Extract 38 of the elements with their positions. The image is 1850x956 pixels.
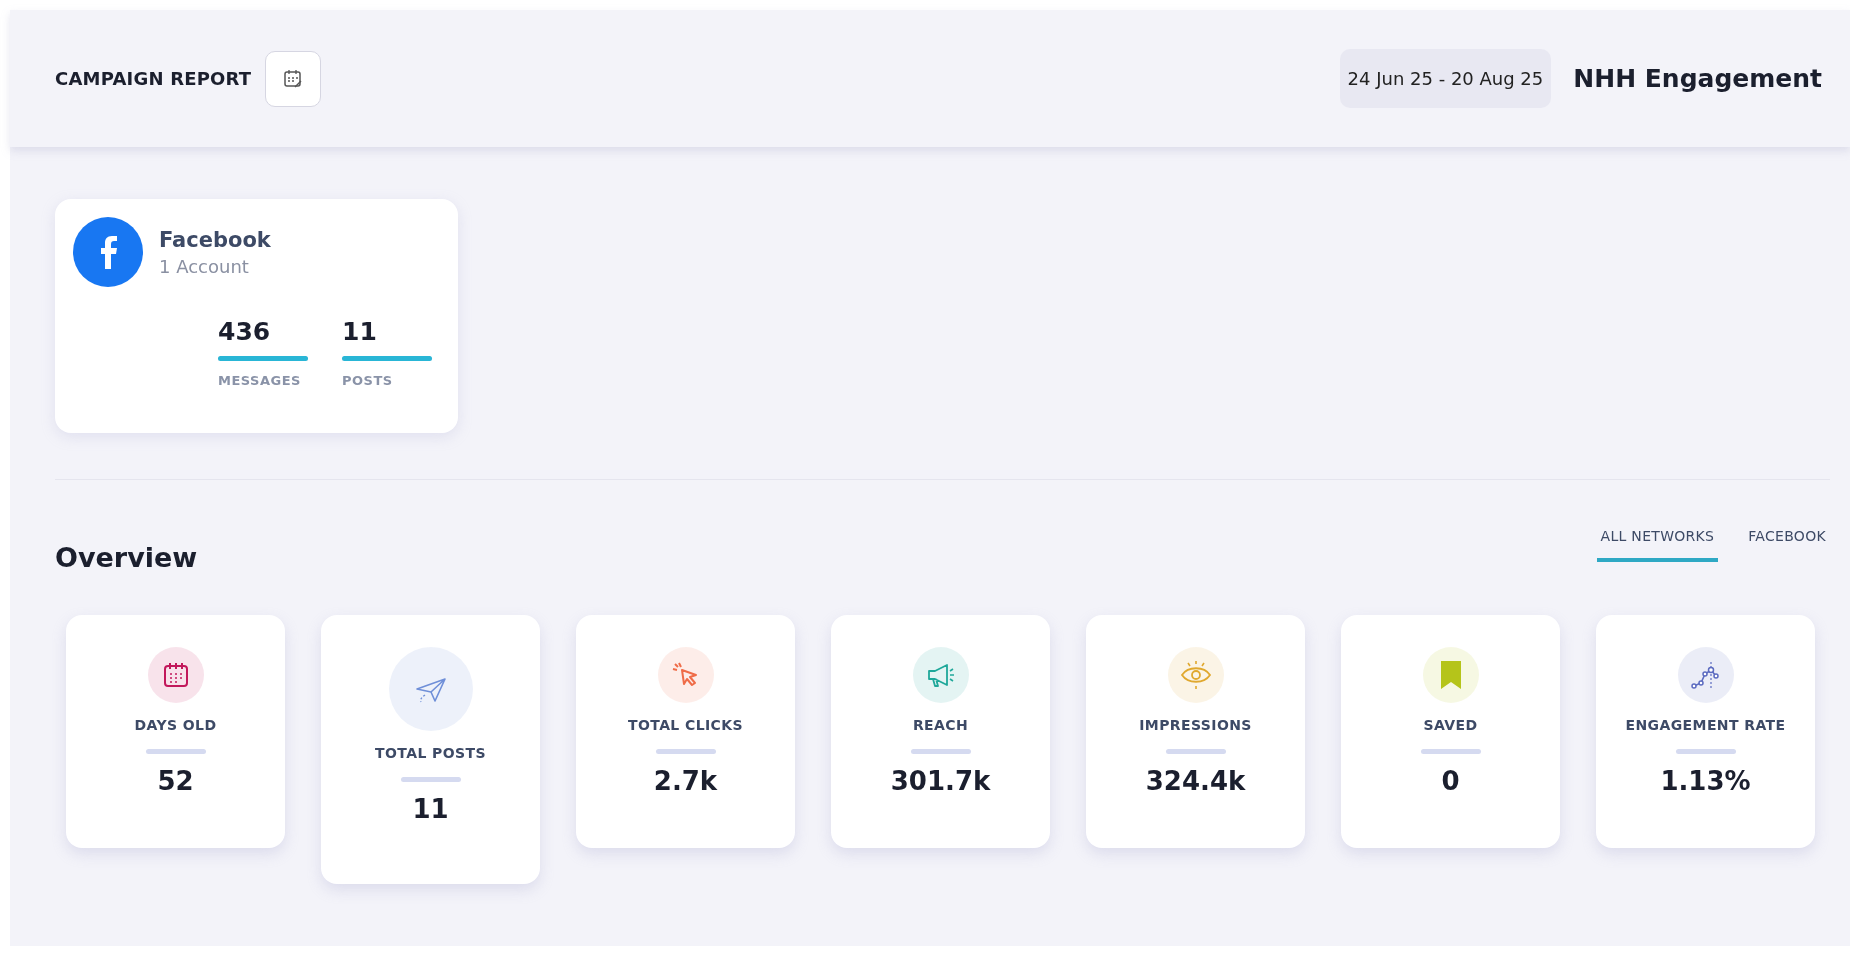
metric-value: 52 [157,766,194,796]
metric-label: TOTAL CLICKS [628,717,743,733]
metric-card[interactable]: DAYS OLD 52 [66,615,285,848]
metric-card[interactable]: SAVED 0 [1341,615,1560,848]
calendar-icon [282,67,305,90]
metric-value: 0 [1441,766,1460,796]
date-range[interactable]: 24 Jun 25 - 20 Aug 25 [1339,49,1552,108]
metric-card[interactable]: ENGAGEMENT RATE 1.13% [1596,615,1815,848]
metric-card[interactable]: TOTAL CLICKS 2.7k [576,615,795,848]
metric-label: IMPRESSIONS [1139,717,1252,733]
metric-value: 301.7k [890,766,991,796]
report-title: CAMPAIGN REPORT [55,68,252,89]
metric-label: DAYS OLD [134,717,217,733]
eye-icon [1178,658,1213,692]
network-tab[interactable]: ALL NETWORKS [1596,528,1719,562]
calendar-button[interactable] [265,50,322,107]
facebook-icon [73,217,143,287]
network-name: Facebook [159,227,271,252]
stat-value: 436 [218,317,272,346]
metric-value: 2.7k [653,766,718,796]
metric-card[interactable]: REACH 301.7k [831,615,1050,848]
metric-value: 1.13% [1660,766,1751,796]
metric-label: TOTAL POSTS [375,745,486,761]
metric-value: 324.4k [1145,766,1246,796]
metric-label: REACH [912,717,969,733]
network-tab[interactable]: FACEBOOK [1744,528,1830,562]
metric-card[interactable]: IMPRESSIONS 324.4k [1086,615,1305,848]
metric-label: ENGAGEMENT RATE [1625,717,1786,733]
account-count: 1 Account [159,255,250,277]
stat-label: POSTS [342,373,394,388]
campaign-name: NHH Engagement [1573,64,1822,93]
section-title: Overview [55,542,198,573]
stat-label: MESSAGES [218,373,302,388]
metric-card[interactable]: TOTAL POSTS 11 [321,615,540,884]
metric-value: 11 [412,794,449,824]
stat-value: 11 [342,317,378,346]
line-chart-icon [1689,659,1722,691]
metric-label: SAVED [1423,717,1478,733]
